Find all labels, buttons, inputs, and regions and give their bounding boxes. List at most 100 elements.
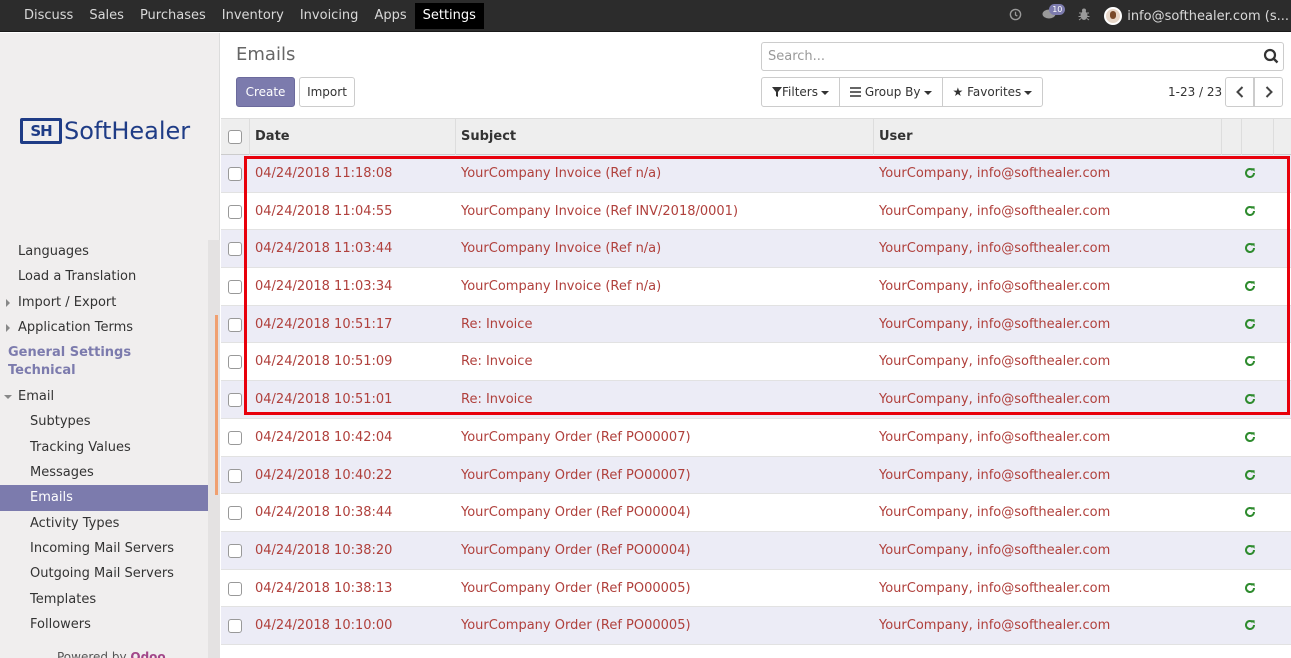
user-avatar[interactable] <box>1104 7 1123 25</box>
pager-next-button[interactable] <box>1254 77 1283 107</box>
row-user: YourCompany, info@softhealer.com <box>879 580 1111 596</box>
row-subject: YourCompany Order (Ref PO00005) <box>461 618 691 634</box>
column-user[interactable]: User <box>874 119 1222 155</box>
row-checkbox[interactable] <box>228 355 242 370</box>
search-input[interactable] <box>762 43 1242 70</box>
menu-inventory[interactable]: Inventory <box>214 0 292 32</box>
sidebar-item-languages[interactable]: Languages <box>0 239 208 264</box>
row-subject: Re: Invoice <box>461 392 533 408</box>
sidebar-header-general-settings[interactable]: General Settings <box>0 344 208 362</box>
row-checkbox[interactable] <box>228 430 242 445</box>
row-checkbox[interactable] <box>228 393 242 408</box>
table-row[interactable]: 04/24/2018 10:10:00 YourCompany Order (Re… <box>221 607 1291 645</box>
row-checkbox[interactable] <box>228 317 242 332</box>
sidebar-item-followers[interactable]: Followers <box>0 612 208 637</box>
table-row[interactable]: 04/24/2018 10:38:13 YourCompany Order (Re… <box>221 569 1291 608</box>
select-all-checkbox[interactable] <box>228 130 242 144</box>
groupby-dropdown[interactable]: Group By <box>840 78 943 106</box>
table-body: 04/24/2018 11:18:08 YourCompany Invoice (… <box>221 155 1291 645</box>
sidebar-item-tracking-values[interactable]: Tracking Values <box>0 435 208 460</box>
row-user: YourCompany, info@softhealer.com <box>879 203 1111 219</box>
retry-icon[interactable] <box>1243 354 1257 368</box>
row-checkbox[interactable] <box>228 468 242 483</box>
bug-icon[interactable] <box>1078 8 1090 25</box>
sidebar-item-templates[interactable]: Templates <box>0 587 208 612</box>
column-date[interactable]: Date <box>250 119 456 155</box>
menu-purchases[interactable]: Purchases <box>132 0 214 32</box>
search-icon[interactable] <box>1263 48 1279 64</box>
row-user: YourCompany, info@softhealer.com <box>879 241 1111 257</box>
retry-icon[interactable] <box>1243 204 1257 218</box>
menu-sales[interactable]: Sales <box>81 0 132 32</box>
retry-icon[interactable] <box>1243 392 1257 406</box>
column-subject[interactable]: Subject <box>456 119 874 155</box>
pager-previous-button[interactable] <box>1225 77 1254 107</box>
create-button[interactable]: Create <box>236 77 295 107</box>
row-checkbox[interactable] <box>228 581 242 596</box>
favorites-dropdown[interactable]: ★ Favorites <box>943 78 1043 106</box>
sidebar-header-technical[interactable]: Technical <box>0 362 208 380</box>
table-row[interactable]: 04/24/2018 10:51:01 Re: Invoice YourCompan… <box>221 381 1291 419</box>
search-box <box>761 42 1284 71</box>
table-row[interactable]: 04/24/2018 11:03:44 YourCompany Invoice (… <box>221 230 1291 269</box>
emails-list: Date Subject User 04/24/2018 11:18:08 You… <box>221 118 1291 645</box>
sidebar-item-import-export[interactable]: Import / Export <box>0 290 208 315</box>
sidebar-item-load-a-translation[interactable]: Load a Translation <box>0 264 208 289</box>
retry-icon[interactable] <box>1243 581 1257 595</box>
retry-icon[interactable] <box>1243 618 1257 632</box>
sidebar-item-activity-types[interactable]: Activity Types <box>0 511 208 536</box>
table-row[interactable]: 04/24/2018 11:04:55 YourCompany Invoice (… <box>221 192 1291 231</box>
chat-icon[interactable]: 10 <box>1042 4 1066 24</box>
retry-icon[interactable] <box>1243 543 1257 557</box>
row-checkbox[interactable] <box>228 204 242 219</box>
sidebar-scrollbar-thumb[interactable] <box>215 315 218 495</box>
row-checkbox[interactable] <box>228 242 242 257</box>
sidebar-item-emails[interactable]: Emails <box>0 485 208 511</box>
sidebar-item-messages[interactable]: Messages <box>0 460 208 485</box>
filter-icon <box>772 87 782 97</box>
row-checkbox[interactable] <box>228 543 242 558</box>
row-user: YourCompany, info@softhealer.com <box>879 542 1111 558</box>
row-checkbox[interactable] <box>228 619 242 634</box>
retry-icon[interactable] <box>1243 279 1257 293</box>
sidebar-item-subtypes[interactable]: Subtypes <box>0 409 208 434</box>
table-row[interactable]: 04/24/2018 10:51:17 Re: Invoice YourCompan… <box>221 305 1291 344</box>
sidebar-item-outgoing-mail-servers[interactable]: Outgoing Mail Servers <box>0 561 208 586</box>
retry-icon[interactable] <box>1243 430 1257 444</box>
row-checkbox[interactable] <box>228 280 242 295</box>
row-date: 04/24/2018 10:42:04 <box>255 429 393 445</box>
table-row[interactable]: 04/24/2018 10:40:22 YourCompany Order (Re… <box>221 456 1291 495</box>
sidebar-scrollbar[interactable] <box>208 240 220 658</box>
menu-invoicing[interactable]: Invoicing <box>292 0 367 32</box>
clock-icon[interactable] <box>1009 8 1022 25</box>
import-button[interactable]: Import <box>299 77 355 107</box>
menu-apps[interactable]: Apps <box>366 0 414 32</box>
row-date: 04/24/2018 10:38:13 <box>255 580 393 596</box>
row-date: 04/24/2018 10:51:01 <box>255 392 393 408</box>
row-checkbox[interactable] <box>228 506 242 521</box>
sidebar-item-email[interactable]: Email <box>0 384 208 409</box>
sidebar-item-application-terms[interactable]: Application Terms <box>0 315 208 340</box>
retry-icon[interactable] <box>1243 505 1257 519</box>
table-row[interactable]: 04/24/2018 11:03:34 YourCompany Invoice (… <box>221 268 1291 306</box>
table-row[interactable]: 04/24/2018 10:42:04 YourCompany Order (Re… <box>221 418 1291 457</box>
row-checkbox[interactable] <box>228 167 242 181</box>
sidebar-item-incoming-mail-servers[interactable]: Incoming Mail Servers <box>0 536 208 561</box>
filters-dropdown[interactable]: Filters <box>762 78 840 106</box>
user-menu[interactable]: info@softhealer.com (s... <box>1127 9 1291 24</box>
row-subject: YourCompany Invoice (Ref n/a) <box>461 279 662 295</box>
pager-value[interactable]: 1-23 / 23 <box>1168 85 1222 99</box>
retry-icon[interactable] <box>1243 468 1257 482</box>
table-row[interactable]: 04/24/2018 11:18:08 YourCompany Invoice (… <box>221 155 1291 193</box>
menu-discuss[interactable]: Discuss <box>16 0 81 32</box>
menu-settings[interactable]: Settings <box>414 3 484 29</box>
retry-icon[interactable] <box>1243 166 1257 180</box>
table-row[interactable]: 04/24/2018 10:38:44 YourCompany Order (Re… <box>221 494 1291 532</box>
row-subject: YourCompany Invoice (Ref n/a) <box>461 241 662 257</box>
row-date: 04/24/2018 10:40:22 <box>255 467 393 483</box>
table-row[interactable]: 04/24/2018 10:51:09 Re: Invoice YourCompan… <box>221 343 1291 382</box>
retry-icon[interactable] <box>1243 317 1257 331</box>
table-row[interactable]: 04/24/2018 10:38:20 YourCompany Order (Re… <box>221 531 1291 570</box>
retry-icon[interactable] <box>1243 241 1257 255</box>
row-date: 04/24/2018 10:38:20 <box>255 542 393 558</box>
